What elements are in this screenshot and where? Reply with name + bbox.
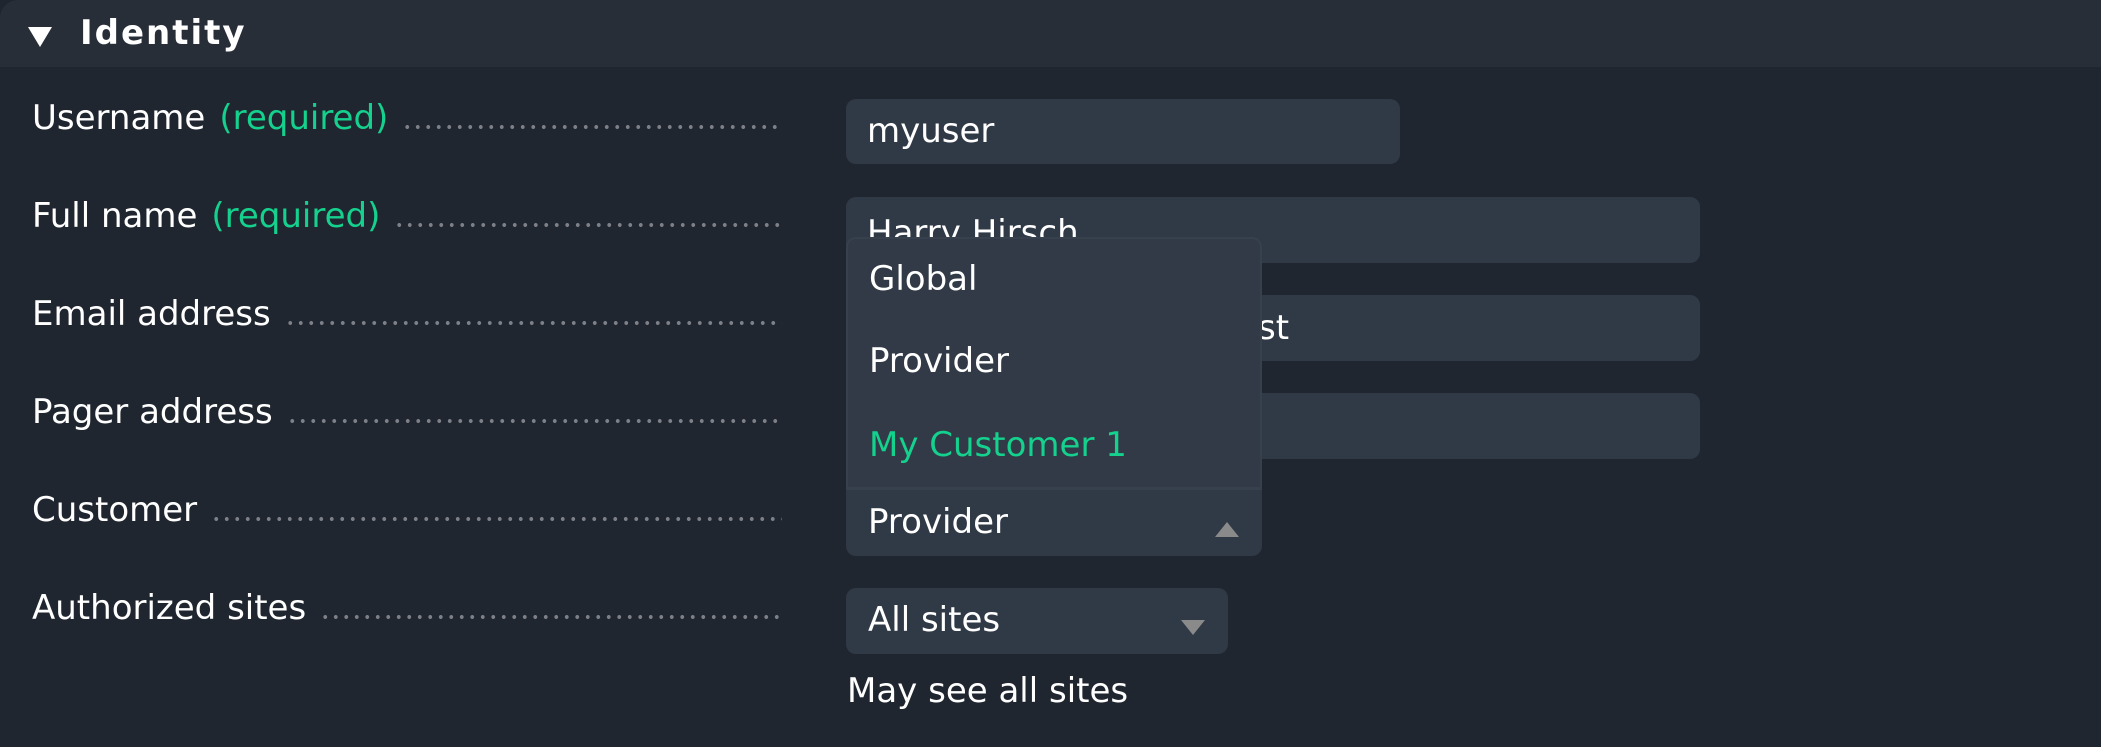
username-value: myuser: [867, 111, 995, 151]
username-label: Username (required): [32, 95, 782, 141]
customer-dropdown-list: Global Provider My Customer 1: [846, 237, 1262, 488]
username-input[interactable]: myuser: [846, 99, 1400, 164]
authorized-sites-selected-value: All sites: [868, 600, 1001, 640]
leader-dots: [402, 125, 782, 129]
customer-select[interactable]: Provider: [846, 490, 1262, 556]
customer-selected-value: Provider: [868, 502, 1008, 542]
customer-option-global[interactable]: Global: [869, 256, 977, 302]
identity-panel: Identity Username (required) myuser Full…: [0, 0, 2101, 747]
required-marker: (required): [211, 196, 381, 236]
authorized-sites-label: Authorized sites: [32, 585, 782, 631]
triangle-down-icon[interactable]: [28, 27, 52, 47]
section-title: Identity: [80, 13, 247, 53]
customer-option-my-customer-1[interactable]: My Customer 1: [869, 422, 1127, 468]
email-label: Email address: [32, 291, 782, 337]
leader-dots: [286, 419, 782, 423]
email-label-text: Email address: [32, 294, 271, 334]
authorized-sites-select[interactable]: All sites: [846, 588, 1228, 654]
customer-option-provider[interactable]: Provider: [869, 338, 1009, 384]
customer-label: Customer: [32, 487, 782, 533]
full-name-label-text: Full name: [32, 196, 198, 236]
full-name-label: Full name (required): [32, 193, 782, 239]
triangle-down-icon: [1181, 620, 1205, 635]
required-marker: (required): [219, 98, 389, 138]
leader-dots: [211, 517, 782, 521]
authorized-sites-label-text: Authorized sites: [32, 588, 307, 628]
section-header[interactable]: Identity: [0, 0, 2101, 67]
pager-label-text: Pager address: [32, 392, 273, 432]
leader-dots: [284, 321, 782, 325]
customer-label-text: Customer: [32, 490, 198, 530]
pager-label: Pager address: [32, 389, 782, 435]
leader-dots: [320, 615, 782, 619]
triangle-up-icon: [1215, 522, 1239, 537]
username-label-text: Username: [32, 98, 206, 138]
leader-dots: [394, 223, 782, 227]
email-value: st: [1258, 308, 1290, 348]
authorized-sites-help-text: May see all sites: [847, 671, 1129, 711]
